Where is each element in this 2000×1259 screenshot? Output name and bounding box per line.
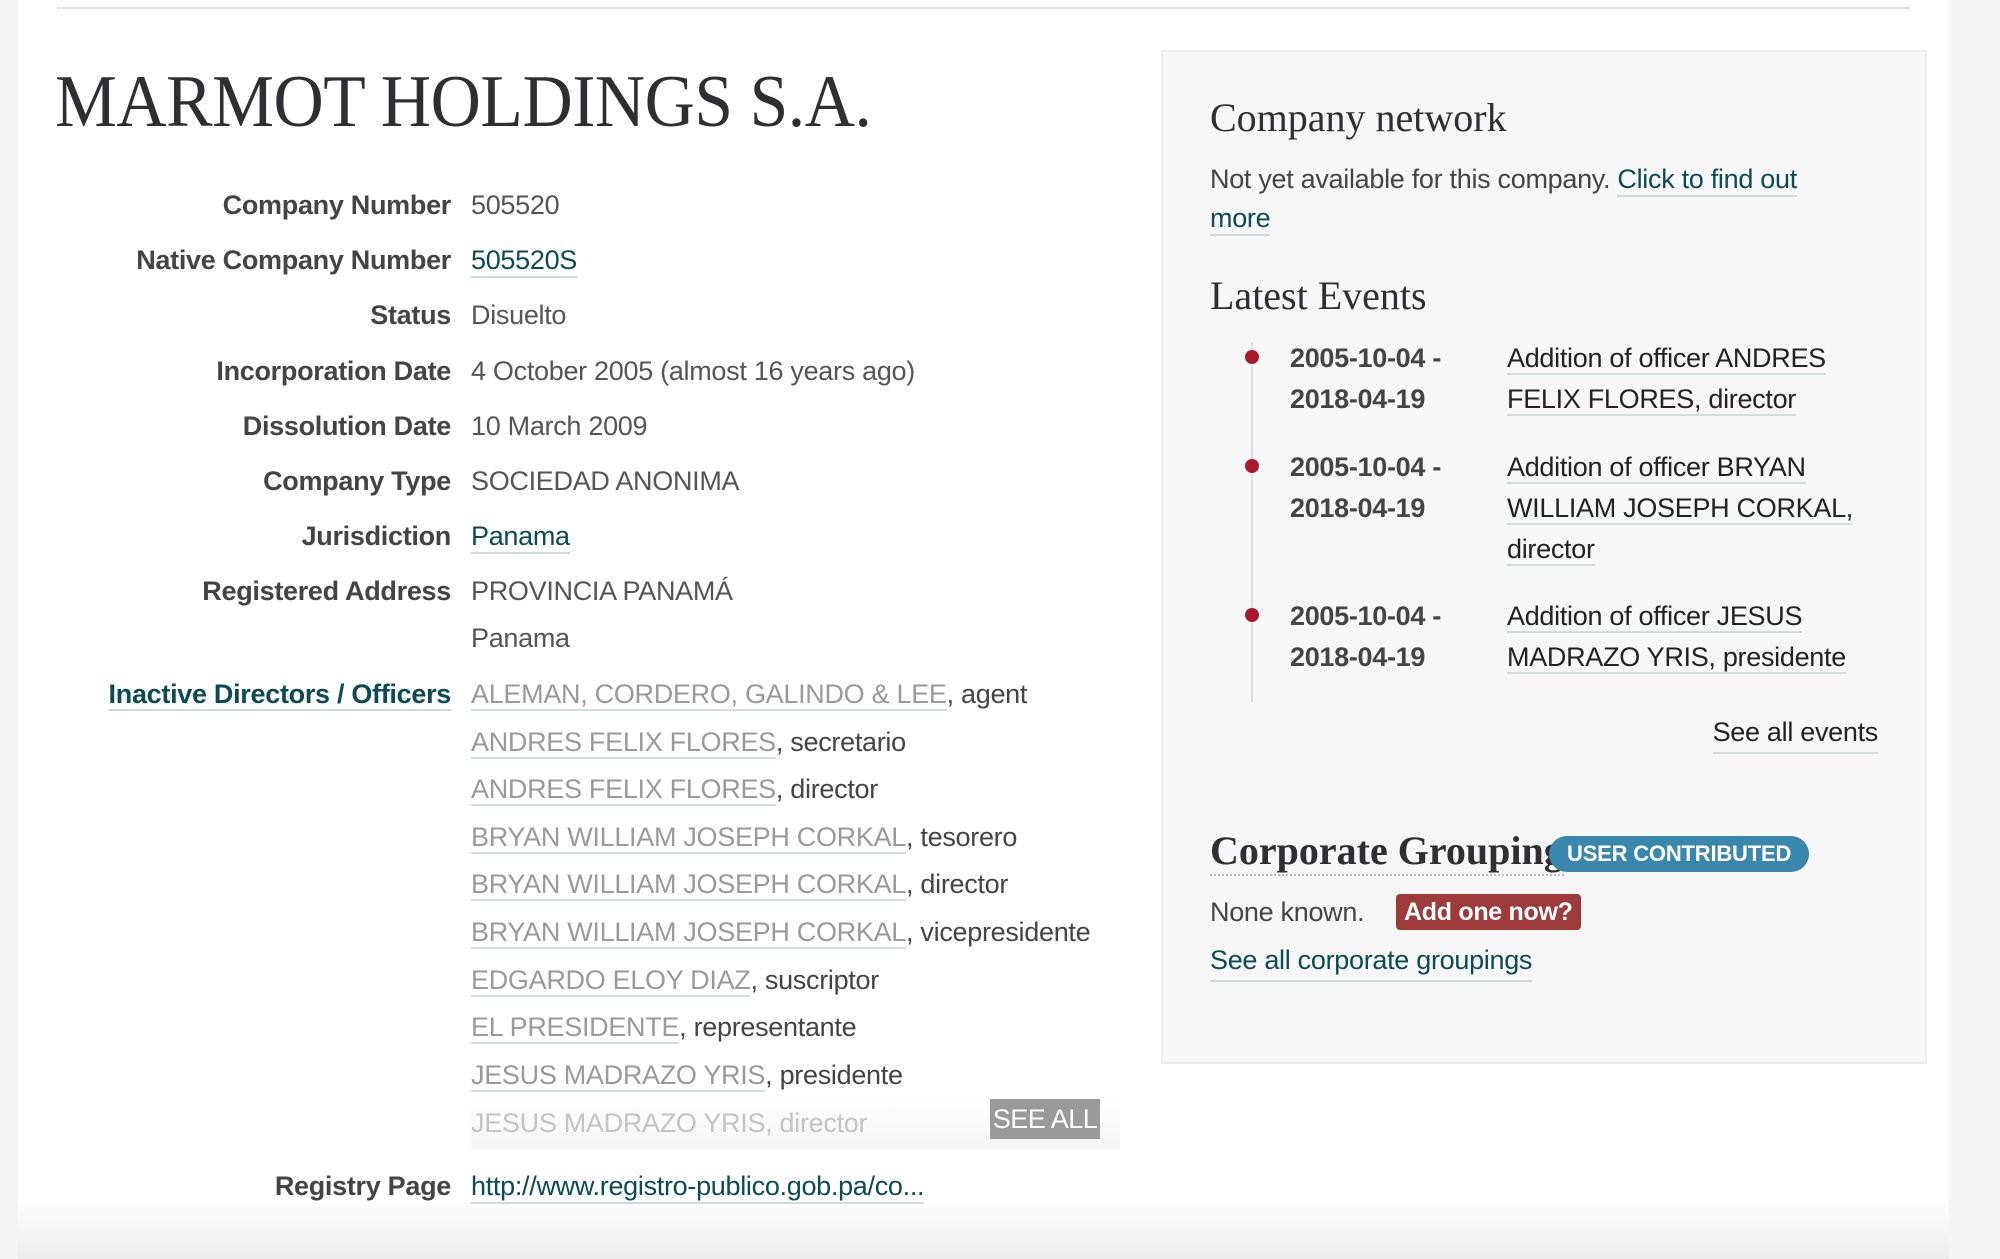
row-jurisdiction: Jurisdiction Panama	[18, 516, 1138, 556]
event-description-link[interactable]: Addition of officer ANDRES FELIX FLORES, …	[1507, 338, 1887, 420]
officer-item: BRYAN WILLIAM JOSEPH CORKAL, tesorero	[471, 817, 1017, 857]
event-description-line[interactable]: Addition of officer JESUS	[1507, 601, 1802, 633]
company-network-heading: Company network	[1210, 95, 1507, 140]
jurisdiction-label: Jurisdiction	[301, 521, 452, 551]
event-description-line[interactable]: FELIX FLORES, director	[1507, 384, 1796, 416]
corporate-grouping-heading[interactable]: Corporate Grouping	[1210, 827, 1564, 876]
officer-item: JESUS MADRAZO YRIS, presidente	[471, 1055, 903, 1095]
officer-role: , director	[775, 774, 878, 805]
see-all-groupings-link[interactable]: See all corporate groupings	[1210, 940, 1532, 982]
find-out-more-link-cont[interactable]: more	[1210, 203, 1271, 236]
company-type-value: SOCIEDAD ANONIMA	[471, 466, 740, 496]
officer-item-faded: JESUS MADRAZO YRIS, director	[471, 1108, 868, 1138]
officer-role: , agent	[946, 679, 1028, 709]
native-company-number-label: Native Company Number	[136, 245, 451, 275]
status-value: Disuelto	[471, 300, 567, 330]
row-registered-address-2: Panama	[18, 618, 1138, 658]
event-description-link[interactable]: Addition of officer BRYAN WILLIAM JOSEPH …	[1507, 447, 1887, 570]
event-dates: 2005-10-04 - 2018-04-19	[1290, 338, 1441, 420]
bottom-fade	[18, 1199, 1949, 1259]
officer-name-link[interactable]: BRYAN WILLIAM JOSEPH CORKAL	[471, 821, 906, 854]
company-network-text: Not yet available for this company. Clic…	[1210, 159, 1797, 199]
header-divider	[57, 7, 1910, 9]
officer-item: EDGARDO ELOY DIAZ, suscriptor	[471, 960, 879, 1000]
timeline-dot-icon	[1245, 608, 1259, 622]
officer-role: , representante	[679, 1012, 857, 1043]
side-panel: Company network Not yet available for th…	[1161, 50, 1927, 1064]
latest-events-heading: Latest Events	[1210, 273, 1427, 318]
timeline-dot-icon	[1245, 459, 1259, 473]
see-all-officers-button[interactable]: SEE ALL	[990, 1099, 1100, 1139]
incorporation-date-label: Incorporation Date	[216, 356, 451, 386]
company-number-value: 505520	[471, 190, 560, 220]
officer-item: ANDRES FELIX FLORES, secretario	[471, 722, 906, 762]
officer-role: , vicepresidente	[906, 917, 1091, 947]
incorporation-date-value: 4 October 2005 (almost 16 years ago)	[471, 356, 915, 386]
event-date-from: 2005-10-04 -	[1290, 601, 1442, 631]
event-description-line[interactable]: Addition of officer ANDRES	[1507, 343, 1826, 375]
registry-page-link[interactable]: http://www.registro-publico.gob.pa/co...	[471, 1171, 925, 1204]
status-label: Status	[370, 300, 451, 330]
timeline-dot-icon	[1245, 350, 1259, 364]
page: MARMOT HOLDINGS S.A. Company Number 5055…	[18, 0, 1949, 1259]
event-date-from: 2005-10-04 -	[1290, 452, 1442, 482]
jurisdiction-link[interactable]: Panama	[471, 521, 570, 554]
officer-item: ALEMAN, CORDERO, GALINDO & LEE, agent	[471, 674, 1027, 714]
event-date-from: 2005-10-04 -	[1290, 343, 1442, 373]
add-grouping-button[interactable]: Add one now?	[1396, 894, 1581, 930]
registered-address-line1: PROVINCIA PANAMÁ	[471, 576, 733, 606]
officer-name-link[interactable]: EDGARDO ELOY DIAZ	[471, 964, 751, 997]
row-company-number: Company Number 505520	[18, 185, 1138, 225]
event-description-line[interactable]: director	[1507, 534, 1595, 566]
company-title: MARMOT HOLDINGS S.A.	[55, 61, 872, 143]
row-registry-page: Registry Page http://www.registro-public…	[18, 1166, 1138, 1206]
officer-role: , suscriptor	[750, 964, 879, 995]
officer-item: EL PRESIDENTE, representante	[471, 1007, 857, 1047]
company-network-text-2: more	[1210, 198, 1271, 238]
company-number-label: Company Number	[222, 190, 452, 220]
officer-role: , director	[906, 869, 1009, 900]
officer-name-link[interactable]: ANDRES FELIX FLORES	[471, 726, 776, 759]
registry-page-label: Registry Page	[274, 1171, 451, 1201]
row-dissolution-date: Dissolution Date 10 March 2009	[18, 406, 1138, 446]
row-incorporation-date: Incorporation Date 4 October 2005 (almos…	[18, 351, 1138, 391]
officer-name-link[interactable]: ANDRES FELIX FLORES	[471, 774, 776, 807]
officer-name-link[interactable]: ALEMAN, CORDERO, GALINDO & LEE	[471, 679, 947, 711]
dissolution-date-label: Dissolution Date	[242, 411, 452, 441]
event-dates: 2005-10-04 - 2018-04-19	[1290, 447, 1441, 529]
event-description-line[interactable]: MADRAZO YRIS, presidente	[1507, 642, 1846, 674]
registered-address-label: Registered Address	[202, 576, 451, 606]
native-company-number-link[interactable]: 505520S	[471, 245, 577, 278]
company-type-label: Company Type	[263, 466, 451, 496]
timeline-line	[1251, 342, 1253, 702]
row-registered-address: Registered Address PROVINCIA PANAMÁ	[18, 571, 1138, 611]
row-company-type: Company Type SOCIEDAD ANONIMA	[18, 461, 1138, 501]
officer-name-link[interactable]: EL PRESIDENTE	[471, 1012, 679, 1045]
officer-item: BRYAN WILLIAM JOSEPH CORKAL, vicepreside…	[471, 912, 1091, 952]
officer-item: ANDRES FELIX FLORES, director	[471, 769, 878, 809]
event-date-to: 2018-04-19	[1290, 642, 1426, 672]
event-description-link[interactable]: Addition of officer JESUS MADRAZO YRIS, p…	[1507, 596, 1887, 678]
event-description-line[interactable]: WILLIAM JOSEPH CORKAL,	[1507, 493, 1853, 525]
grouping-none-known: None known.	[1210, 897, 1365, 927]
find-out-more-link[interactable]: Click to find out	[1617, 164, 1797, 197]
registered-address-line2: Panama	[471, 623, 570, 653]
event-date-to: 2018-04-19	[1290, 493, 1426, 523]
event-dates: 2005-10-04 - 2018-04-19	[1290, 596, 1441, 678]
row-native-company-number: Native Company Number 505520S	[18, 240, 1138, 280]
officer-name-link[interactable]: BRYAN WILLIAM JOSEPH CORKAL	[471, 869, 906, 902]
inactive-officers-link[interactable]: Inactive Directors / Officers	[108, 674, 451, 714]
officer-name-link[interactable]: BRYAN WILLIAM JOSEPH CORKAL	[471, 917, 906, 949]
dissolution-date-value: 10 March 2009	[471, 411, 648, 441]
row-status: Status Disuelto	[18, 295, 1138, 335]
officer-name-link[interactable]: JESUS MADRAZO YRIS	[471, 1059, 765, 1092]
officer-role: , secretario	[775, 726, 906, 757]
officer-role: , presidente	[765, 1059, 903, 1090]
officer-role: , tesorero	[906, 821, 1018, 852]
event-date-to: 2018-04-19	[1290, 384, 1426, 414]
officer-item: BRYAN WILLIAM JOSEPH CORKAL, director	[471, 864, 1008, 904]
event-description-line[interactable]: Addition of officer BRYAN	[1507, 452, 1806, 484]
user-contributed-badge: USER CONTRIBUTED	[1549, 836, 1810, 872]
see-all-events-link[interactable]: See all events	[1712, 712, 1878, 754]
